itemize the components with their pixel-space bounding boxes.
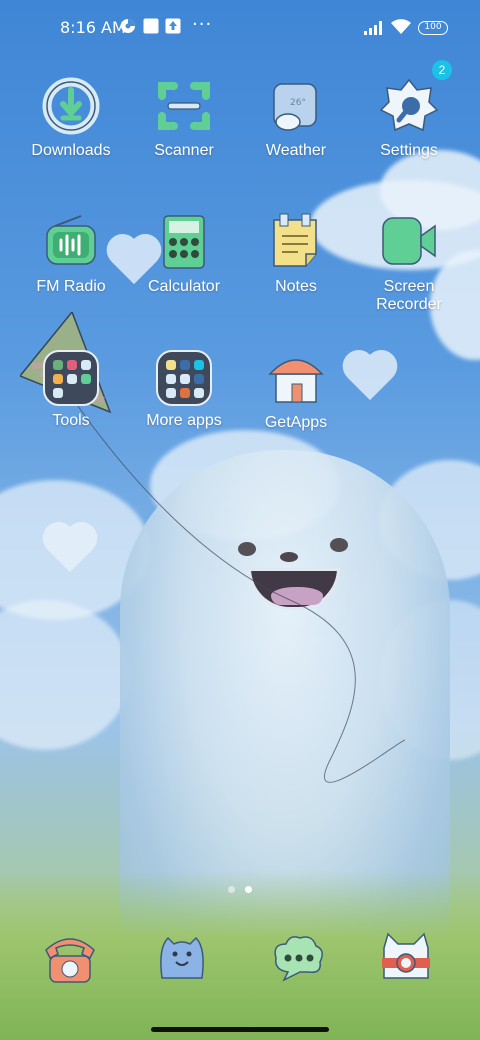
camera-icon: [382, 932, 430, 979]
notification-square-icon: [143, 18, 159, 38]
app-label: FM Radio: [36, 278, 106, 295]
calculator-icon: [154, 212, 214, 272]
page-dot[interactable]: [228, 886, 235, 893]
dock-contacts[interactable]: [152, 928, 212, 988]
app-label: More apps: [146, 412, 222, 429]
app-weather[interactable]: 26° Weather: [241, 76, 351, 160]
folder-tools[interactable]: Tools: [16, 348, 126, 430]
battery-indicator: 100: [418, 21, 448, 35]
dock-camera[interactable]: [376, 928, 436, 988]
app-label: Tools: [52, 412, 90, 429]
app-scanner[interactable]: Scanner: [129, 76, 239, 160]
clock: 8:16 AM: [60, 18, 126, 37]
folder-more-apps[interactable]: More apps: [129, 348, 239, 430]
folder-icon: [43, 350, 99, 406]
screen-recorder-icon: [379, 212, 439, 272]
app-downloads[interactable]: Downloads: [16, 76, 126, 160]
contacts-icon: [160, 936, 204, 979]
app-label: GetApps: [264, 414, 328, 431]
messages-icon: [274, 936, 323, 982]
app-notes[interactable]: Notes: [241, 212, 351, 296]
app-screen-recorder[interactable]: Screen Recorder: [354, 212, 464, 314]
more-notifications-icon: ···: [192, 14, 213, 35]
status-bar: 8:16 AM ··· 100: [0, 0, 480, 56]
vpn-icon: [120, 18, 136, 38]
app-settings[interactable]: Settings: [354, 76, 464, 160]
folder-icon: [156, 350, 212, 406]
app-label: Screen Recorder: [376, 278, 442, 313]
app-fm-radio[interactable]: FM Radio: [16, 212, 126, 296]
dock-messages[interactable]: [268, 928, 328, 988]
radio-icon: [41, 212, 101, 272]
settings-notification-badge: 2: [432, 60, 452, 80]
signal-icon: [364, 20, 386, 39]
scanner-icon: [154, 76, 214, 136]
app-label: Calculator: [147, 278, 221, 295]
page-indicator: [228, 878, 262, 897]
store-icon: [266, 348, 326, 408]
weather-icon: 26°: [266, 76, 326, 136]
home-gesture-bar[interactable]: [151, 1027, 329, 1032]
app-label: Weather: [265, 142, 327, 159]
app-label: Notes: [275, 278, 317, 295]
phone-icon: [45, 938, 95, 983]
dock-phone[interactable]: [40, 928, 100, 988]
wifi-icon: [390, 18, 412, 40]
app-label: Downloads: [31, 142, 111, 159]
app-getapps[interactable]: GetApps: [241, 348, 351, 432]
app-calculator[interactable]: Calculator: [129, 212, 239, 296]
upload-notification-icon: [165, 18, 181, 38]
downloads-icon: [41, 76, 101, 136]
settings-icon: [379, 76, 439, 136]
weather-temperature: 26°: [290, 98, 306, 108]
page-dot-active[interactable]: [245, 886, 252, 893]
app-label: Settings: [380, 142, 438, 159]
app-label: Scanner: [154, 142, 214, 159]
notes-icon: [266, 212, 326, 272]
